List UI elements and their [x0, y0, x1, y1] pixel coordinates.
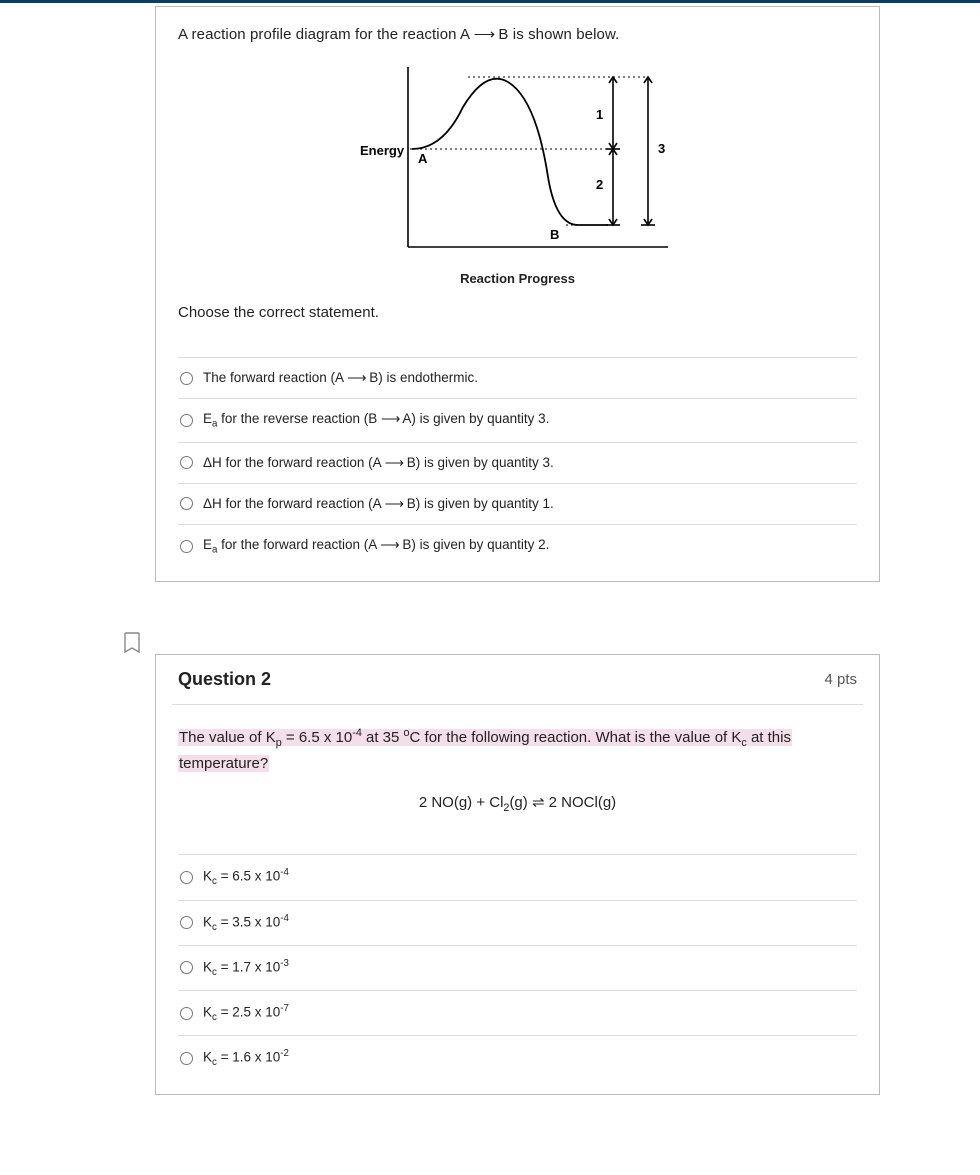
question-1-intro: A reaction profile diagram for the react…: [178, 25, 857, 43]
label-3: 3: [658, 141, 665, 156]
radio-icon[interactable]: [180, 414, 193, 427]
question-2-points: 4 pts: [824, 671, 857, 688]
q1-option-1[interactable]: The forward reaction (A ⟶ B) is endother…: [178, 357, 857, 399]
radio-icon[interactable]: [180, 916, 193, 929]
radio-icon[interactable]: [180, 540, 193, 553]
q2-opt3-text: Kc = 1.7 x 10-3: [203, 958, 289, 978]
radio-icon[interactable]: [180, 1052, 193, 1065]
q1-opt1-text: The forward reaction (A ⟶ B) is endother…: [203, 370, 478, 386]
radio-icon[interactable]: [180, 1007, 193, 1020]
label-A: A: [418, 151, 428, 166]
reaction-profile-diagram: Energy A B 1: [348, 57, 688, 267]
y-axis-label: Energy: [360, 143, 405, 158]
q1-option-3[interactable]: ΔH for the forward reaction (A ⟶ B) is g…: [178, 443, 857, 484]
intro-prefix: A reaction profile diagram for the react…: [178, 26, 474, 43]
radio-icon[interactable]: [180, 372, 193, 385]
q1-opt3-text: ΔH for the forward reaction (A ⟶ B) is g…: [203, 455, 554, 471]
bookmark-icon[interactable]: [124, 632, 142, 654]
q2-option-4[interactable]: Kc = 2.5 x 10-7: [178, 991, 857, 1036]
q1-option-4[interactable]: ΔH for the forward reaction (A ⟶ B) is g…: [178, 484, 857, 525]
intro-suffix: B is shown below.: [494, 26, 619, 43]
q1-opt5-text: Ea for the forward reaction (A ⟶ B) is g…: [203, 537, 549, 556]
q2-options: Kc = 6.5 x 10-4 Kc = 3.5 x 10-4 Kc = 1.7…: [178, 854, 857, 1080]
radio-icon[interactable]: [180, 871, 193, 884]
reaction-equation: 2 NO(g) + Cl2(g) ⇌ 2 NOCl(g): [178, 793, 857, 814]
q1-option-5[interactable]: Ea for the forward reaction (A ⟶ B) is g…: [178, 525, 857, 568]
radio-icon[interactable]: [180, 497, 193, 510]
q2-option-2[interactable]: Kc = 3.5 x 10-4: [178, 901, 857, 946]
q1-option-2[interactable]: Ea for the reverse reaction (B ⟶ A) is g…: [178, 399, 857, 443]
q2-opt5-text: Kc = 1.6 x 10-2: [203, 1048, 289, 1068]
question-2-header: Question 2 4 pts: [172, 669, 863, 705]
label-1: 1: [596, 107, 603, 122]
q2-opt2-text: Kc = 3.5 x 10-4: [203, 913, 289, 933]
q1-opt4-text: ΔH for the forward reaction (A ⟶ B) is g…: [203, 496, 554, 512]
q2-opt1-text: Kc = 6.5 x 10-4: [203, 867, 289, 887]
q2-option-1[interactable]: Kc = 6.5 x 10-4: [178, 854, 857, 900]
q1-options: The forward reaction (A ⟶ B) is endother…: [178, 357, 857, 567]
question-2-title: Question 2: [178, 669, 271, 690]
radio-icon[interactable]: [180, 961, 193, 974]
arrow-icon: ⟶: [474, 26, 495, 43]
question-2-body: The value of Kp = 6.5 x 10-4 at 35 oC fo…: [178, 725, 857, 775]
radio-icon[interactable]: [180, 456, 193, 469]
q2-option-5[interactable]: Kc = 1.6 x 10-2: [178, 1036, 857, 1080]
x-axis-label: Reaction Progress: [178, 271, 857, 286]
label-2: 2: [596, 177, 603, 192]
choose-instruction: Choose the correct statement.: [178, 304, 857, 321]
q2-opt4-text: Kc = 2.5 x 10-7: [203, 1003, 289, 1023]
question-1-card: A reaction profile diagram for the react…: [155, 6, 880, 582]
question-2-card: Question 2 4 pts The value of Kp = 6.5 x…: [155, 654, 880, 1095]
q1-opt2-text: Ea for the reverse reaction (B ⟶ A) is g…: [203, 411, 549, 430]
q2-option-3[interactable]: Kc = 1.7 x 10-3: [178, 946, 857, 991]
label-B: B: [550, 227, 559, 242]
